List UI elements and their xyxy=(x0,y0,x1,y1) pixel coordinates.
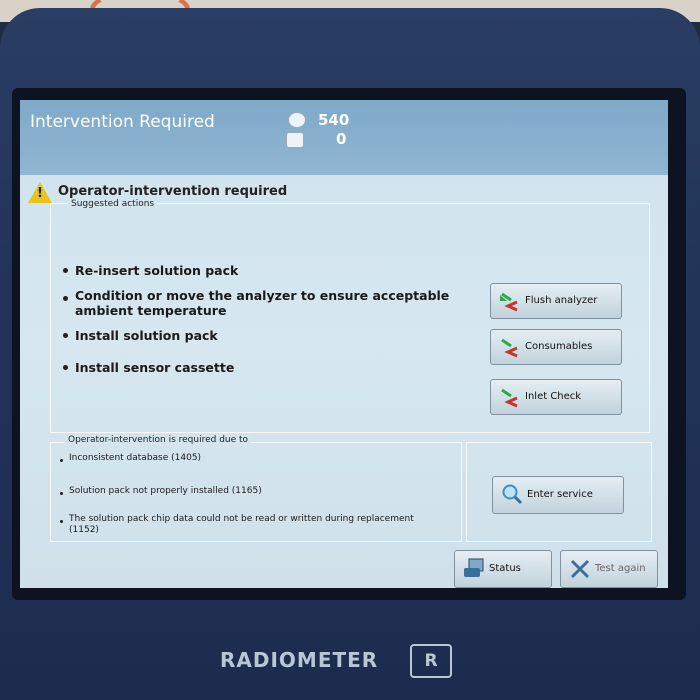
flush-analyzer-label: Flush analyzer xyxy=(525,295,598,306)
suggested-action-item: Install solution pack xyxy=(75,328,218,343)
inlet-check-button[interactable]: Inlet Check xyxy=(490,379,622,415)
suggested-action-item: Re-insert solution pack xyxy=(75,263,239,278)
suggested-actions-legend: Suggested actions xyxy=(68,199,158,209)
reason-item: Inconsistent database (1405) xyxy=(69,453,202,463)
sample-counter-value: 540 xyxy=(318,111,350,129)
action-arrows-icon xyxy=(501,338,518,358)
reasons-legend: Operator-intervention is required due to xyxy=(65,435,252,445)
consumables-label: Consumables xyxy=(525,341,593,352)
sample-counter-icon xyxy=(288,112,306,128)
reason-item: The solution pack chip data could not be… xyxy=(69,514,414,535)
page-title: Intervention Required xyxy=(30,112,215,132)
suggested-action-item: Condition or move the analyzer to ensure… xyxy=(75,288,450,318)
suggested-action-item: Install sensor cassette xyxy=(75,360,235,375)
cassette-counter-icon xyxy=(286,132,304,148)
action-arrows-icon xyxy=(500,292,518,312)
test-again-label: Test again xyxy=(595,563,646,574)
magnifier-icon xyxy=(502,484,523,505)
inlet-check-label: Inlet Check xyxy=(525,391,582,402)
title-bar: Intervention Required 540 0 xyxy=(20,100,668,175)
status-icon xyxy=(464,558,484,577)
alert-heading: Operator-intervention required xyxy=(58,184,288,199)
cassette-counter-value: 0 xyxy=(336,130,347,148)
enter-service-label: Enter service xyxy=(527,489,593,500)
reason-item: Solution pack not properly installed (11… xyxy=(69,486,262,496)
enter-service-button[interactable]: Enter service xyxy=(492,476,624,514)
brand-logo: RADIOMETER xyxy=(220,648,379,672)
screen: Intervention Required 540 0 ! Operator-i… xyxy=(20,100,668,588)
status-label: Status xyxy=(489,563,521,574)
status-button[interactable]: Status xyxy=(454,550,552,588)
flush-analyzer-button[interactable]: Flush analyzer xyxy=(490,283,622,319)
x-icon xyxy=(570,559,590,579)
action-arrows-icon xyxy=(501,388,518,408)
brand-mark: R xyxy=(410,644,452,678)
test-again-button[interactable]: Test again xyxy=(560,550,658,588)
consumables-button[interactable]: Consumables xyxy=(490,329,622,365)
